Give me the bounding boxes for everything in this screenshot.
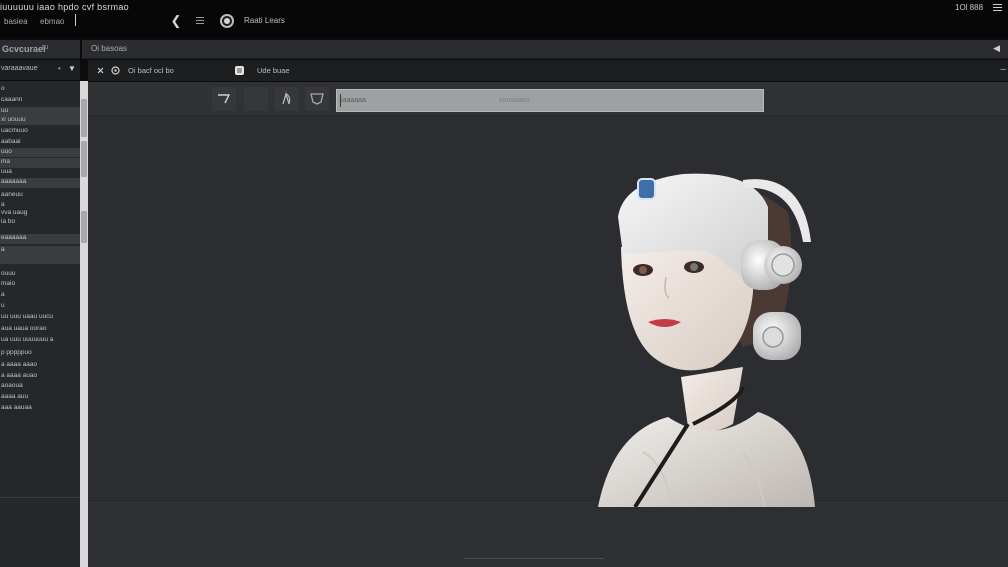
app-title: iuuuuuu iaao hpdo cvf bsrmao (0, 2, 129, 12)
sidebar-header: Gcvcuraei ru (0, 40, 80, 59)
tree-item[interactable]: aaa aauaa (0, 404, 80, 413)
tray-status: 1Ol 888 (955, 3, 984, 12)
render-canvas[interactable] (88, 117, 1008, 567)
tree-item[interactable]: caaann (0, 96, 80, 105)
sidebar-header-extra: ru (42, 44, 49, 51)
tree-item[interactable]: uua (0, 168, 80, 177)
tree-item[interactable]: a (0, 246, 80, 264)
tab-title[interactable]: Oi basoas (91, 44, 127, 53)
tree-item[interactable]: a aaaa auao (0, 372, 80, 381)
tree-item[interactable]: vva uaug (0, 209, 80, 218)
toolbar-text: Oi bacf ocl bo (128, 66, 174, 75)
scrollbar-thumb[interactable] (81, 211, 87, 243)
app-subtitle: basiea (4, 17, 28, 26)
moon-icon[interactable] (244, 87, 268, 111)
tree-item[interactable]: aaaa auu (0, 393, 80, 402)
sidebar-divider (0, 497, 80, 498)
sidebar-subheader: varaaavaue • ▼ (0, 60, 80, 80)
tree-item[interactable]: aua uaua oorao (0, 325, 80, 334)
tree-item[interactable]: p pppppuo (0, 349, 80, 358)
title-bar: iuuuuuu iaao hpdo cvf bsrmao basiea ebma… (0, 0, 1008, 38)
tree-item[interactable]: uuo (0, 148, 80, 157)
paint-icon[interactable] (212, 87, 236, 111)
back-icon[interactable]: ❮ (168, 13, 184, 29)
session-label: Raati Lears (244, 16, 285, 25)
tree-item[interactable]: aabaai (0, 138, 80, 147)
tree-item[interactable]: aaaaaaa (0, 178, 80, 188)
search-hint: xouaaaou (499, 97, 530, 104)
close-icon[interactable]: • (58, 64, 61, 73)
record-icon[interactable] (220, 14, 234, 28)
collapse-icon[interactable]: ◀ (993, 43, 1000, 54)
gear-icon[interactable] (110, 65, 121, 76)
pin-icon[interactable]: ▼ (68, 64, 76, 73)
tree-item[interactable]: ua uuu uuuuuuu a (0, 336, 80, 345)
sidebar-sub-label: varaaavaue (1, 65, 38, 72)
close-icon[interactable] (95, 65, 106, 76)
tray-menu-icon[interactable] (992, 3, 1004, 13)
tree-item[interactable]: uacmuuo (0, 127, 80, 136)
search-placeholder: iaaaaaa (341, 97, 366, 104)
tree-item[interactable]: a aaaa aaao (0, 361, 80, 370)
menu-icon[interactable] (192, 13, 208, 29)
app-subtitle-secondary: ebmao (40, 17, 65, 26)
sidebar-title: Gcvcuraei (2, 44, 46, 54)
rendered-character-image (598, 173, 815, 507)
tree-item[interactable]: uu (0, 107, 80, 116)
main-tab-bar: Oi basoas ◀ (82, 40, 1008, 59)
tree-item[interactable]: uu uuu uaau uucu (0, 313, 80, 322)
tree-item[interactable]: ouuu (0, 270, 80, 279)
crop-icon[interactable] (305, 87, 329, 111)
shield-icon[interactable] (234, 65, 245, 76)
tree-item[interactable]: maio (0, 280, 80, 289)
search-input[interactable]: iaaaaaa xouaaaou (336, 89, 764, 112)
tree-item[interactable]: u (0, 302, 80, 311)
zoom-icon[interactable] (274, 87, 298, 111)
sidebar-tree: o caaann uu xi uouuu uacmuuo aabaai uuo … (0, 81, 80, 567)
tree-item[interactable]: ma (0, 158, 80, 168)
text-caret (75, 14, 76, 26)
tree-item[interactable]: aaneuu (0, 191, 80, 200)
tree-item[interactable]: a (0, 291, 80, 300)
toolbar-text-secondary: Ude buae (257, 66, 290, 75)
tree-item[interactable]: eaaaaaa (0, 234, 80, 244)
viewport-toolbar: iaaaaaa xouaaaou (88, 82, 1008, 116)
scrollbar-thumb[interactable] (81, 141, 87, 177)
floor-line (464, 558, 604, 559)
viewport: iaaaaaa xouaaaou (88, 82, 1008, 567)
tree-item[interactable]: xi uouuu (0, 116, 80, 125)
tree-item[interactable]: o (0, 85, 80, 93)
toolbar: Oi bacf ocl bo Ude buae – (88, 60, 1008, 81)
tree-item[interactable]: ia bo (0, 218, 80, 227)
tree-item[interactable]: aoaoua (0, 382, 80, 391)
scrollbar-thumb[interactable] (81, 99, 87, 137)
minimize-icon[interactable]: – (1000, 64, 1006, 75)
sidebar-scrollbar[interactable] (80, 81, 88, 567)
